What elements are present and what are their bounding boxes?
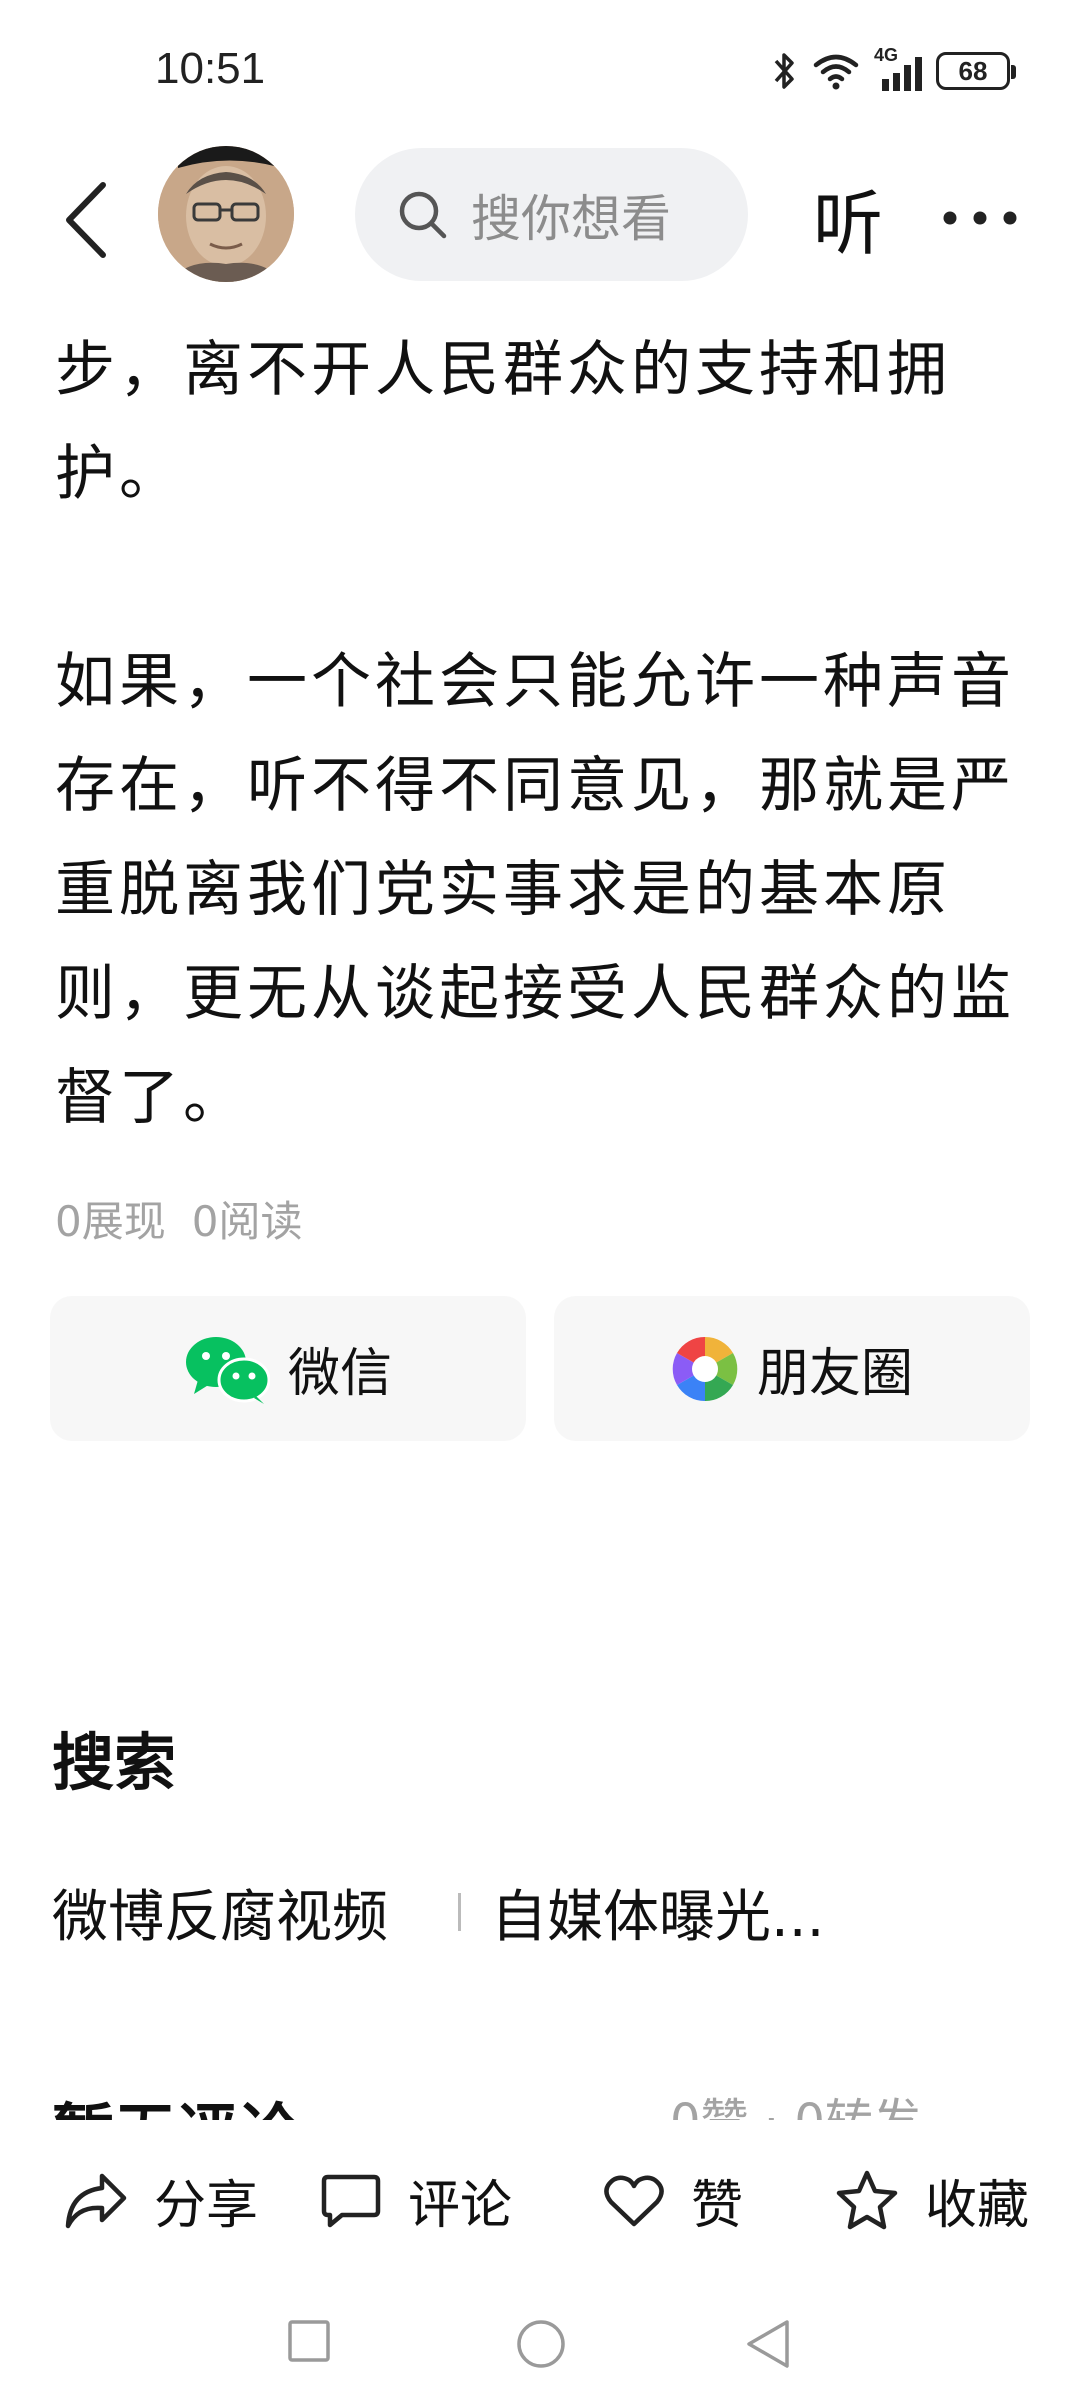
- article-paragraph: 如果，一个社会只能允许一种声音存在，听不得不同意见，那就是严重脱离我们党实事求是…: [55, 647, 1015, 1133]
- comment-label: 评论: [408, 2175, 513, 2236]
- impressions-count: 0展现: [55, 1197, 166, 1246]
- status-time: 10:51: [155, 44, 266, 93]
- share-wechat-button[interactable]: 微信: [50, 1296, 526, 1441]
- avatar-portrait-image: [158, 146, 294, 282]
- home-button[interactable]: [515, 2318, 567, 2374]
- battery-level: 68: [958, 55, 988, 86]
- bottom-action-bar: 分享 评论 赞 收藏: [0, 2120, 1080, 2280]
- share-moments-label: 朋友圈: [756, 1344, 913, 1404]
- share-row: 微信 朋友圈: [50, 1296, 1030, 1441]
- wechat-icon: [185, 1336, 270, 1404]
- back-button[interactable]: [50, 170, 120, 270]
- chevron-left-icon: [66, 182, 106, 258]
- share-button[interactable]: 分享: [62, 2120, 258, 2280]
- wifi-icon: [812, 51, 860, 91]
- status-bar: 10:51 4G 68: [0, 0, 1080, 140]
- favorite-label: 收藏: [925, 2175, 1030, 2236]
- recent-apps-button[interactable]: [286, 2318, 332, 2368]
- article-stats: 0展现 0阅读: [55, 1188, 302, 1249]
- more-dots-icon: [943, 211, 1017, 225]
- share-moments-button[interactable]: 朋友圈: [554, 1296, 1030, 1441]
- share-wechat-label: 微信: [287, 1344, 392, 1404]
- hot-search-list: 微博反腐视频 自媒体曝光...: [52, 1872, 1032, 1952]
- listen-button[interactable]: 听: [808, 168, 888, 268]
- heart-icon: [604, 2175, 664, 2227]
- battery-icon: 68: [936, 52, 1016, 90]
- status-icons: 4G 68: [772, 45, 1016, 96]
- comments-header-partial: 暂无评论 0赞 · 0转发: [0, 2080, 1080, 2120]
- author-avatar[interactable]: [158, 146, 294, 282]
- search-input[interactable]: 搜你想看: [355, 148, 748, 281]
- moments-icon: [672, 1336, 738, 1401]
- cellular-signal-icon: 4G: [874, 45, 922, 91]
- hot-search-item[interactable]: 微博反腐视频: [52, 1872, 388, 1953]
- comment-icon: [321, 2174, 381, 2228]
- article-body: 步，离不开人民群众的支持和拥护。 如果，一个社会只能允许一种声音存在，听不得不同…: [55, 318, 1030, 1150]
- search-icon: [399, 191, 447, 238]
- favorite-button[interactable]: 收藏: [835, 2120, 1029, 2280]
- square-icon: [288, 2320, 330, 2362]
- triangle-back-icon: [747, 2320, 789, 2368]
- comments-meta: 0赞 · 0转发: [670, 2082, 921, 2120]
- network-type-label: 4G: [874, 45, 899, 65]
- hot-search-item[interactable]: 自媒体曝光...: [491, 1872, 824, 1953]
- article-paragraph: 步，离不开人民群众的支持和拥护。: [55, 335, 951, 509]
- search-placeholder: 搜你想看: [471, 189, 671, 248]
- comment-button[interactable]: 评论: [320, 2120, 512, 2280]
- search-section-title: 搜索: [52, 1726, 177, 1799]
- system-back-button[interactable]: [745, 2318, 791, 2374]
- star-icon: [836, 2170, 898, 2230]
- system-nav-bar: [0, 2280, 1080, 2400]
- bluetooth-icon: [772, 51, 798, 91]
- comments-title: 暂无评论: [52, 2082, 300, 2120]
- circle-icon: [517, 2320, 565, 2368]
- top-nav-bar: 搜你想看 听: [0, 140, 1080, 290]
- like-button[interactable]: 赞: [603, 2120, 743, 2280]
- like-label: 赞: [691, 2175, 744, 2236]
- share-label: 分享: [154, 2175, 259, 2236]
- share-arrow-icon: [65, 2173, 127, 2229]
- more-options-button[interactable]: [935, 168, 1025, 268]
- divider: [458, 1893, 461, 1931]
- reads-count: 0阅读: [191, 1197, 303, 1246]
